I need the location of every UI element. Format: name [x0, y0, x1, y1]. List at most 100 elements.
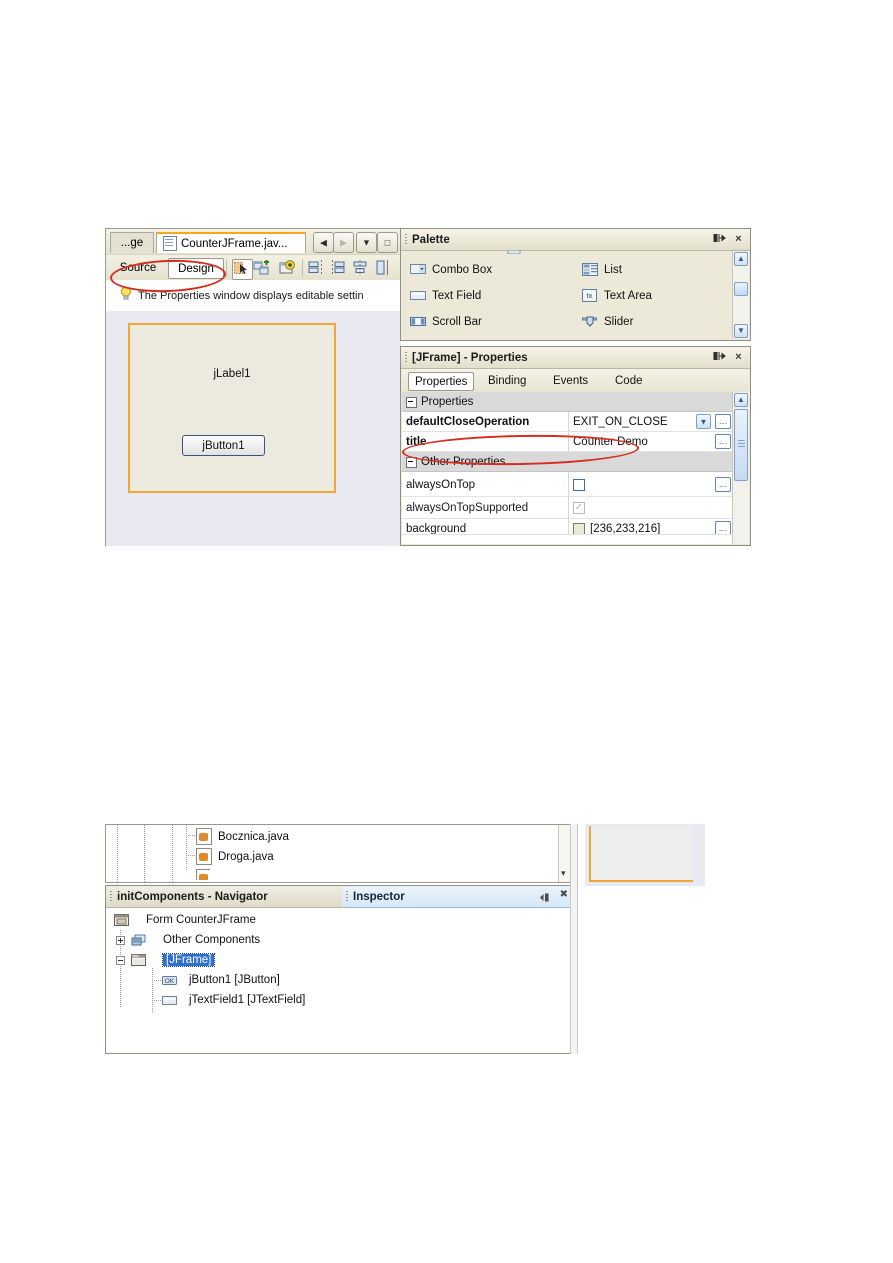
palette-item-text-field[interactable]: Text Field	[410, 283, 481, 309]
tree-node-jbutton1[interactable]: OK jButton1 [JButton]	[162, 970, 280, 990]
collapse-icon[interactable]	[406, 396, 417, 408]
design-jlabel1[interactable]: jLabel1	[130, 368, 334, 380]
tree-node-jtextfield1[interactable]: jTextField1 [JTextField]	[162, 990, 305, 1010]
panel-splitter[interactable]	[570, 824, 578, 1054]
palette-item-text-area[interactable]: tx Text Area	[582, 283, 652, 309]
palette-item-combo-box[interactable]: Combo Box	[410, 257, 492, 283]
float-window-icon[interactable]	[713, 351, 726, 364]
drag-grip-icon[interactable]	[346, 891, 348, 902]
toolbar-separator	[226, 259, 227, 277]
minimize-window-icon[interactable]	[537, 890, 550, 908]
close-icon[interactable]: ✖	[560, 890, 568, 900]
property-name: defaultCloseOperation	[406, 416, 530, 428]
tab-events[interactable]: Events	[547, 372, 594, 389]
tree-guide-line	[186, 835, 196, 836]
scrollbar-thumb[interactable]	[734, 409, 748, 481]
slider-icon	[582, 315, 598, 329]
jbutton-icon: OK	[162, 974, 177, 987]
tree-item-bocznica[interactable]: Bocznica.java	[196, 828, 289, 845]
tree-node-jframe[interactable]: [JFrame]	[131, 950, 216, 970]
property-name: title	[406, 436, 427, 448]
tab-properties[interactable]: Properties	[408, 372, 475, 391]
tree-guide-line	[144, 825, 145, 882]
tree-node-form[interactable]: Form CounterJFrame	[114, 910, 256, 930]
inspector-tree[interactable]: Form CounterJFrame Other Components [JFr…	[106, 908, 574, 1053]
design-jbutton1-label: jButton1	[202, 439, 245, 452]
thumb-grip	[738, 440, 745, 441]
navigator-tab[interactable]: initComponents - Navigator	[106, 886, 343, 908]
align-left-icon[interactable]	[308, 259, 327, 278]
collapse-icon[interactable]	[116, 956, 125, 965]
properties-group-header[interactable]: Properties	[402, 392, 733, 412]
scroll-down-button[interactable]: ▾	[561, 869, 566, 878]
project-tree-fragment[interactable]: Bocznica.java Droga.java ▾	[105, 824, 575, 883]
palette-item-scroll-bar[interactable]: Scroll Bar	[410, 309, 482, 335]
palette-list[interactable]: Combo Box List Text Field tx Text Area S…	[402, 251, 749, 339]
tree-item-droga[interactable]: Droga.java	[196, 848, 274, 865]
scroll-up-button[interactable]: ▲	[734, 252, 748, 266]
property-value-cell[interactable]: EXIT_ON_CLOSE ▼ …	[568, 412, 733, 432]
tree-node-label: jButton1 [JButton]	[189, 974, 280, 986]
editor-tab-active-label: CounterJFrame.jav...	[181, 237, 288, 250]
drag-grip-icon[interactable]	[405, 234, 407, 245]
scroll-tabs-left-button[interactable]: ◀	[313, 232, 334, 253]
tab-design[interactable]: Design	[168, 258, 224, 279]
tab-binding[interactable]: Binding	[482, 372, 532, 389]
selection-mode-icon[interactable]	[232, 259, 253, 280]
properties-scrollbar[interactable]: ▲	[732, 392, 749, 544]
design-canvas-fragment[interactable]	[585, 824, 705, 886]
property-value-cell[interactable]: [236,233,216] …	[568, 519, 733, 534]
editor-tab-inactive[interactable]: ...ge	[110, 232, 154, 253]
tab-source[interactable]: Source	[111, 258, 165, 277]
drag-grip-icon[interactable]	[405, 352, 407, 363]
palette-item-slider[interactable]: Slider	[582, 309, 633, 335]
tab-list-dropdown-button[interactable]: ▼	[356, 232, 377, 253]
property-editor-button[interactable]: …	[715, 521, 731, 534]
table-row[interactable]: background [236,233,216] …	[402, 519, 733, 535]
align-more-icon[interactable]	[374, 259, 393, 278]
property-editor-button[interactable]: …	[715, 414, 731, 429]
design-canvas[interactable]: jLabel1 jButton1	[106, 311, 401, 546]
table-row[interactable]: alwaysOnTop …	[402, 472, 733, 497]
scrollbar-thumb[interactable]	[734, 282, 748, 296]
lightbulb-icon	[120, 286, 132, 306]
property-value-cell[interactable]: …	[568, 472, 733, 497]
tab-binding-label: Binding	[488, 374, 527, 387]
collapse-icon[interactable]	[406, 456, 417, 468]
close-icon[interactable]: ×	[732, 351, 745, 364]
align-right-icon[interactable]	[330, 259, 349, 278]
design-jbutton1[interactable]: jButton1	[182, 435, 265, 456]
table-row[interactable]: title Counter Demo …	[402, 432, 733, 452]
jframe-icon	[131, 953, 146, 967]
property-editor-button[interactable]: …	[715, 477, 731, 492]
table-row[interactable]: defaultCloseOperation EXIT_ON_CLOSE ▼ …	[402, 412, 733, 432]
tree-guide-line	[186, 855, 196, 856]
float-window-icon[interactable]	[713, 233, 726, 246]
tree-node-other-components[interactable]: Other Components	[131, 930, 260, 950]
palette-scrollbar[interactable]: ▲ ▼	[732, 251, 749, 339]
connection-mode-icon[interactable]	[253, 259, 272, 278]
expand-icon[interactable]	[116, 936, 125, 945]
form-preview-jframe[interactable]: jLabel1 jButton1	[128, 323, 336, 493]
properties-table[interactable]: Properties defaultCloseOperation EXIT_ON…	[402, 392, 733, 544]
scroll-bar-icon	[410, 315, 426, 329]
drag-grip-icon[interactable]	[110, 891, 112, 902]
chevron-down-icon[interactable]: ▼	[696, 414, 711, 429]
align-center-icon[interactable]	[352, 259, 371, 278]
tree-item-label: Bocznica.java	[218, 830, 289, 843]
close-icon[interactable]: ×	[732, 233, 745, 246]
scroll-up-button[interactable]: ▲	[734, 393, 748, 407]
tab-code[interactable]: Code	[609, 372, 649, 389]
checkbox-unchecked[interactable]	[573, 478, 585, 491]
scroll-tabs-right-button[interactable]: ▶	[333, 232, 354, 253]
property-editor-button[interactable]: …	[715, 434, 731, 449]
editor-tab-counterjframe[interactable]: CounterJFrame.jav...	[156, 232, 306, 253]
preview-design-icon[interactable]	[279, 259, 298, 278]
property-value-cell[interactable]: Counter Demo …	[568, 432, 733, 452]
properties-group-header-other[interactable]: Other Properties	[402, 452, 733, 472]
scroll-down-button[interactable]: ▼	[734, 324, 748, 338]
inspector-tab[interactable]: Inspector ✖	[342, 886, 574, 908]
maximize-window-button[interactable]: □	[377, 232, 398, 253]
palette-item-list[interactable]: List	[582, 257, 622, 283]
properties-tab-bar: Properties Binding Events Code	[402, 369, 749, 393]
